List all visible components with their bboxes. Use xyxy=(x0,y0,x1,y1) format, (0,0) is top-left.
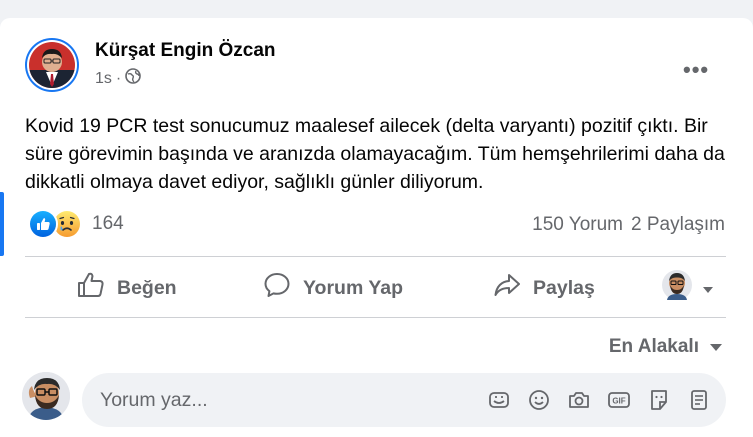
note-icon[interactable] xyxy=(686,387,712,413)
chevron-down-icon xyxy=(709,336,723,358)
comment-label: Yorum Yap xyxy=(303,276,404,299)
comment-sort-dropdown[interactable]: En Alakalı xyxy=(609,336,723,358)
post-stats: 150 Yorum 2 Paylaşım xyxy=(532,214,725,236)
profile-switch-avatar xyxy=(662,270,692,306)
gif-icon[interactable]: GIF xyxy=(606,387,632,413)
like-button[interactable]: Beğen xyxy=(77,272,177,304)
post-text: Kovid 19 PCR test sonucumuz maalesef ail… xyxy=(25,115,725,193)
reaction-count: 164 xyxy=(92,213,124,234)
comment-tools: GIF xyxy=(486,387,712,413)
divider-bottom xyxy=(25,317,726,318)
focus-indicator xyxy=(0,192,4,256)
comment-icon xyxy=(263,271,291,305)
sticker-icon[interactable] xyxy=(486,387,512,413)
chevron-down-icon xyxy=(702,277,714,300)
author-avatar[interactable] xyxy=(25,38,79,92)
share-button[interactable]: Paylaş xyxy=(493,272,595,304)
like-reaction-icon xyxy=(28,209,58,239)
globe-icon xyxy=(125,68,142,89)
commenter-avatar[interactable] xyxy=(22,372,70,420)
post-time[interactable]: 1s xyxy=(95,70,112,88)
divider-top xyxy=(25,256,726,257)
reactions-summary[interactable]: 164 xyxy=(28,209,124,239)
svg-text:GIF: GIF xyxy=(612,397,625,406)
share-icon xyxy=(493,271,521,305)
post-meta: 1s · xyxy=(95,68,142,89)
shares-count[interactable]: 2 Paylaşım xyxy=(631,214,725,236)
meta-separator: · xyxy=(115,69,122,87)
more-options-icon[interactable]: ••• xyxy=(683,57,709,83)
emoji-icon[interactable] xyxy=(526,387,552,413)
thumbs-up-icon xyxy=(77,271,105,305)
profile-switch-button[interactable] xyxy=(662,270,714,306)
camera-icon[interactable] xyxy=(566,387,592,413)
comment-button[interactable]: Yorum Yap xyxy=(263,272,403,304)
comments-count[interactable]: 150 Yorum xyxy=(532,214,623,236)
sort-label: En Alakalı xyxy=(608,336,699,357)
share-label: Paylaş xyxy=(533,276,595,299)
author-name[interactable]: Kürşat Engin Özcan xyxy=(95,40,276,62)
like-label: Beğen xyxy=(117,276,177,299)
avatar-sticker-icon[interactable] xyxy=(646,387,672,413)
comment-placeholder: Yorum yaz... xyxy=(100,389,208,411)
comment-input[interactable]: Yorum yaz... GIF xyxy=(82,373,726,427)
